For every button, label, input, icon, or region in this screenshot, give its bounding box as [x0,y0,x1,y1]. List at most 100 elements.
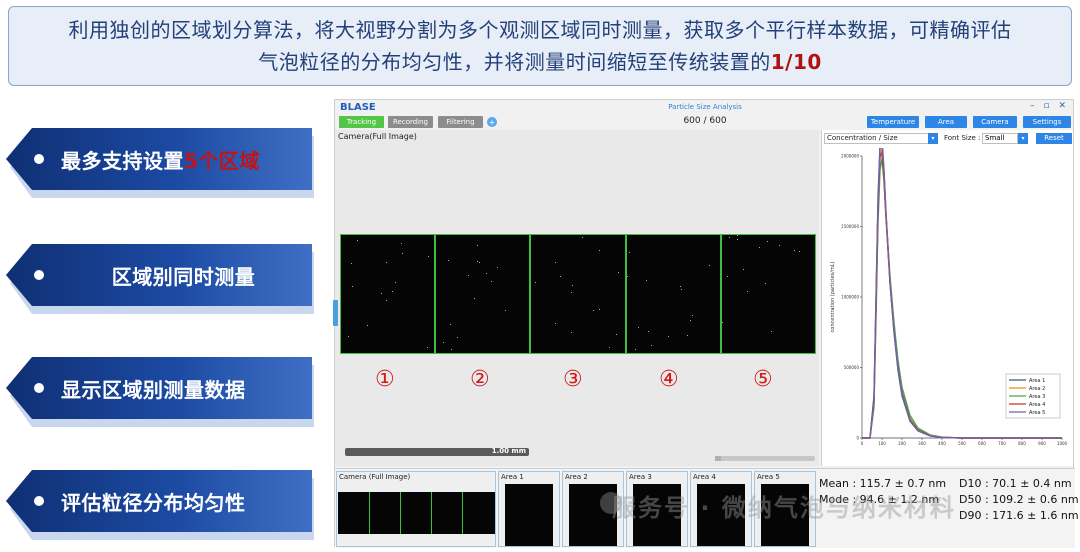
thumbnail-image [338,492,495,534]
scale-bar-label: 1.00 mm [491,447,526,455]
plot-type-select[interactable]: Concentration / Size [824,133,938,144]
particle-dot [766,241,768,242]
particle-dot [427,347,428,348]
particle-dot [728,237,730,238]
filtering-button[interactable]: Filtering [438,116,483,128]
region-strip [340,234,817,354]
feature-card-4: 评估粒径分布均匀性 [6,470,314,540]
x-tick-label: 400 [938,441,946,446]
y-tick-label: 500000 [844,365,860,370]
particle-dot [758,247,760,248]
particle-dot [679,286,681,287]
title-bar: BLASE Particle Size Analysis – ▫ ✕ [335,100,1075,116]
reset-button[interactable]: Reset [1036,133,1072,144]
particle-dot [351,263,352,264]
particle-dot [637,327,639,328]
camera-view[interactable]: Camera(Full Image) ① ② ③ ④ ⑤ 1.00 mm [333,130,819,466]
particle-dot [667,336,669,337]
x-tick-label: 600 [978,441,986,446]
slider-handle[interactable] [715,456,721,461]
thumbnail-label: Area 4 [693,473,716,481]
particle-dot [450,324,452,325]
banner-line-2: 气泡粒径的分布均匀性，并将测量时间缩短至传统装置的1/10 [258,46,822,78]
stat-d10: D10 : 70.1 ± 0.4 nm [959,477,1072,490]
camera-button[interactable]: Camera [973,116,1017,128]
region-number-2: ② [470,367,490,392]
chevron-down-icon[interactable]: ▾ [1018,133,1028,144]
full-image-thumbnail[interactable]: Camera (Full Image) [336,471,496,547]
app-brand: BLASE [340,102,376,113]
region-5[interactable] [720,234,817,354]
banner-line-2-text: 气泡粒径的分布均匀性，并将测量时间缩短至传统装置的 [258,50,771,74]
region-3[interactable] [530,234,626,354]
x-tick-label: 800 [1018,441,1026,446]
particle-dot [626,276,628,277]
bullet-dot [34,270,44,280]
recording-button[interactable]: Recording [388,116,433,128]
particle-dot [348,336,349,337]
particle-dot [686,335,688,336]
particle-dot [571,292,573,293]
area-1-thumbnail[interactable]: Area 1 [498,471,560,547]
add-button[interactable]: + [487,117,497,127]
camera-label: Camera(Full Image) [338,132,417,141]
particle-dot [395,282,396,283]
feature-text: 评估粒径分布均匀性 [61,490,246,515]
particle-dot [448,260,450,261]
particle-dot [650,345,652,346]
particle-dot [474,298,476,299]
particle-dot [618,272,620,273]
region-number-4: ④ [659,367,679,392]
particle-dot [798,251,800,252]
settings-button[interactable]: Settings [1023,116,1071,128]
temperature-button[interactable]: Temperature [867,116,919,128]
region-divider [400,492,401,534]
particle-dot [599,250,601,251]
particle-dot [386,300,387,301]
particle-dot [457,337,459,338]
bullet-dot [34,383,44,393]
size-distribution-chart: 0 500000 1000000 1500000 2000000 0 100 200 300 40… [830,148,1068,446]
particle-dot [599,309,601,310]
tracking-button[interactable]: Tracking [339,116,384,128]
window-controls[interactable]: – ▫ ✕ [1030,101,1069,111]
feature-highlight: 5个区域 [184,148,260,173]
banner-highlight: 1/10 [770,50,822,74]
region-2[interactable] [435,234,531,354]
region-4[interactable] [625,234,721,354]
side-panel-handle[interactable] [333,300,338,326]
stat-d50: D50 : 109.2 ± 0.6 nm [959,493,1079,506]
feature-label: 评估粒径分布均匀性 [61,470,306,532]
particle-dot [451,349,453,350]
chevron-down-icon[interactable]: ▾ [928,133,938,144]
thumbnail-image [505,484,553,546]
region-1[interactable] [340,234,436,354]
region-divider [462,492,463,534]
feature-label: 区域别同时测量 [61,244,306,306]
x-tick-label: 1000 [1057,441,1068,446]
region-number-5: ⑤ [753,367,773,392]
region-divider [369,492,370,534]
legend-label: Area 3 [1029,394,1045,400]
x-tick-label: 900 [1038,441,1046,446]
zoom-slider[interactable] [715,456,815,461]
area-button[interactable]: Area [925,116,967,128]
font-size-select[interactable]: Small [982,133,1018,144]
legend-label: Area 4 [1029,402,1045,408]
bullet-dot [34,154,44,164]
particle-dot [386,262,387,263]
particle-dot [477,245,479,246]
particle-dot [736,235,738,236]
particle-dot [726,276,728,277]
particle-dot [555,323,557,324]
particle-dot [680,289,682,290]
particle-dot [691,315,693,316]
legend-label: Area 1 [1029,378,1045,384]
particle-dot [392,291,393,292]
particle-dot [736,239,738,240]
legend-label: Area 2 [1029,386,1045,392]
particle-dot [560,276,562,277]
x-tick-label: 100 [878,441,886,446]
particle-dot [746,291,748,292]
particle-dot [609,347,611,348]
